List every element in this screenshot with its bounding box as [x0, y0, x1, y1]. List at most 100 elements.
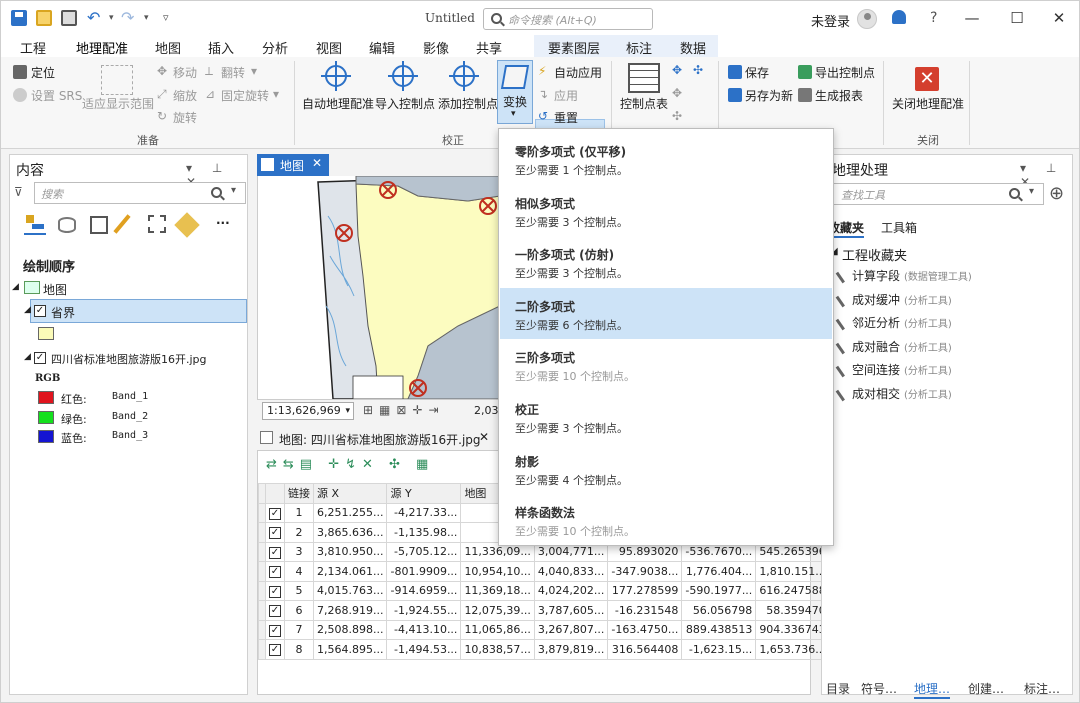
table-toolbar[interactable]: ⇄⇆▤ ✛↯✕ ✣ ▦	[266, 457, 434, 472]
save-as-new-button[interactable]: 另存为新	[745, 87, 793, 104]
map-view-tab[interactable]: 地图 ✕	[257, 154, 329, 176]
table-cell[interactable]: 3,810.950...	[312, 541, 388, 562]
tab-map[interactable]: 地图	[155, 38, 181, 57]
tab-labeling[interactable]: 标注	[626, 38, 652, 57]
row-header[interactable]	[258, 619, 266, 640]
table-cell[interactable]: 1,564.895...	[312, 639, 388, 660]
row-checkbox[interactable]: ✓	[269, 605, 281, 618]
transform-option[interactable]: 射影 至少需要 4 个控制点。	[500, 443, 832, 494]
transform-option[interactable]: 校正 至少需要 3 个控制点。	[500, 391, 832, 442]
row-checkbox[interactable]: ✓	[269, 507, 281, 520]
import-control-points-button[interactable]: 导入控制点	[375, 95, 435, 112]
table-cell[interactable]: -163.4750...	[607, 619, 683, 640]
tool-item[interactable]: 成对融合 (分析工具)	[852, 338, 952, 355]
row-checkbox[interactable]: ✓	[269, 644, 281, 657]
more-options-icon[interactable]: ···	[216, 216, 230, 230]
redo-dropdown-icon[interactable]: ▾	[144, 13, 160, 29]
row-checkbox[interactable]: ✓	[269, 527, 281, 540]
add-control-point-button[interactable]: 添加控制点	[438, 95, 498, 112]
row-header[interactable]	[258, 580, 266, 601]
search-dropdown-icon[interactable]: ▾	[231, 185, 236, 196]
table-cell[interactable]: 1,776.404...	[681, 561, 757, 582]
row-header[interactable]	[258, 522, 266, 543]
auto-georeference-button[interactable]: 自动地理配准	[302, 95, 374, 112]
locate-button[interactable]: 定位	[31, 64, 55, 81]
login-status[interactable]: 未登录	[811, 11, 850, 30]
table-cell[interactable]: 3,787,605...	[533, 600, 609, 621]
fixed-rotate-dropdown-icon[interactable]: ▾	[273, 87, 279, 101]
table-cell[interactable]: 1	[284, 502, 314, 523]
table-cell[interactable]: 4,024,202...	[533, 580, 609, 601]
table-row[interactable]: ✓ 8 1,564.895... -1,494.53... 10,838,57... 3,…	[258, 639, 830, 660]
add-tool-icon[interactable]: ⊕	[1049, 183, 1064, 204]
minimize-button[interactable]: —	[957, 7, 987, 29]
table-cell[interactable]: 2	[284, 522, 314, 543]
tab-project[interactable]: 工程	[20, 38, 46, 57]
save-project-icon[interactable]	[61, 10, 77, 26]
set-srs-button[interactable]: 设置 SRS	[31, 87, 82, 104]
avatar[interactable]	[857, 9, 877, 29]
table-cell[interactable]: -4,413.10...	[386, 619, 462, 640]
table-cell[interactable]: 11,369,18...	[460, 580, 535, 601]
table-cell[interactable]: 4,040,833...	[533, 561, 609, 582]
table-cell[interactable]: -1,135.98...	[386, 522, 462, 543]
tab-insert[interactable]: 插入	[208, 38, 234, 57]
table-cell[interactable]: -1,494.53...	[386, 639, 462, 660]
table-cell[interactable]: 5	[284, 580, 314, 601]
table-cell[interactable]: 3,879,819...	[533, 639, 609, 660]
tab-view[interactable]: 视图	[316, 38, 342, 57]
bottom-tab-labeling[interactable]: 标注…	[1024, 680, 1060, 697]
row-header[interactable]	[258, 541, 266, 562]
row-checkbox-cell[interactable]: ✓	[265, 541, 285, 562]
scale-select[interactable]: 1:13,626,969 ▾	[262, 402, 354, 420]
map-status-tools[interactable]: ⊞▦⊠✛⇥	[363, 403, 445, 417]
table-cell[interactable]: -914.6959...	[386, 580, 462, 601]
bottom-tab-create[interactable]: 创建…	[968, 680, 1004, 697]
fixed-rotate-button[interactable]: 固定旋转	[221, 87, 269, 104]
customize-toolbar-icon[interactable]: ▿	[163, 11, 179, 27]
transform-option[interactable]: 三阶多项式 至少需要 10 个控制点。	[500, 339, 832, 390]
table-cell[interactable]: 2,134.061...	[312, 561, 388, 582]
bottom-tab-catalog[interactable]: 目录	[826, 680, 850, 697]
table-cell[interactable]: 904.336743	[755, 619, 830, 640]
table-cell[interactable]: 8	[284, 639, 314, 660]
tab-feature-layer[interactable]: 要素图层	[548, 38, 600, 57]
tool-item[interactable]: 计算字段 (数据管理工具)	[852, 267, 972, 284]
scale-button[interactable]: 缩放	[173, 87, 197, 104]
layer2-visibility-checkbox[interactable]: ✓	[34, 352, 46, 364]
row-header[interactable]	[258, 561, 266, 582]
table-cell[interactable]: 316.564408	[607, 639, 683, 660]
layer1-symbol[interactable]	[38, 327, 54, 340]
table-cell[interactable]: 3,865.636...	[312, 522, 388, 543]
row-checkbox[interactable]: ✓	[269, 566, 281, 579]
transform-option[interactable]: 样条函数法 至少需要 10 个控制点。	[500, 494, 832, 545]
move-control-point-icon[interactable]: ✥	[672, 86, 682, 100]
row-checkbox[interactable]: ✓	[269, 585, 281, 598]
close-map-tab-icon[interactable]: ✕	[312, 156, 322, 170]
delete-control-point-icon[interactable]: ✣	[693, 63, 703, 77]
row-checkbox-cell[interactable]: ✓	[265, 619, 285, 640]
tab-edit[interactable]: 编辑	[369, 38, 395, 57]
tab-share[interactable]: 共享	[476, 38, 502, 57]
control-point-table-button[interactable]: 控制点表	[620, 95, 668, 112]
generate-report-button[interactable]: 生成报表	[815, 87, 863, 104]
project-favorites-section[interactable]: 工程收藏夹	[842, 245, 907, 264]
column-header[interactable]: 源 Y	[386, 483, 462, 504]
row-header[interactable]	[258, 600, 266, 621]
row-header[interactable]	[258, 639, 266, 660]
table-row[interactable]: ✓ 7 2,508.898... -4,413.10... 11,065,86... 3,…	[258, 619, 830, 640]
table-row[interactable]: ✓ 4 2,134.061... -801.9909... 10,954,10... 4,…	[258, 561, 830, 582]
list-by-drawing-order-icon[interactable]	[24, 213, 46, 235]
tab-imagery[interactable]: 影像	[423, 38, 449, 57]
transform-option[interactable]: 二阶多项式 至少需要 6 个控制点。	[500, 287, 832, 339]
export-control-points-button[interactable]: 导出控制点	[815, 64, 875, 81]
tab-analysis[interactable]: 分析	[262, 38, 288, 57]
table-cell[interactable]: 10,838,57...	[460, 639, 535, 660]
map-canvas[interactable]	[257, 176, 499, 399]
table-cell[interactable]: -1,623.15...	[681, 639, 757, 660]
flip-button[interactable]: 翻转	[221, 64, 245, 81]
tool-item[interactable]: 空间连接 (分析工具)	[852, 361, 952, 378]
table-cell[interactable]: -16.231548	[607, 600, 683, 621]
bottom-tab-geoprocessing[interactable]: 地理…	[914, 680, 951, 699]
table-cell[interactable]: 6	[284, 600, 314, 621]
